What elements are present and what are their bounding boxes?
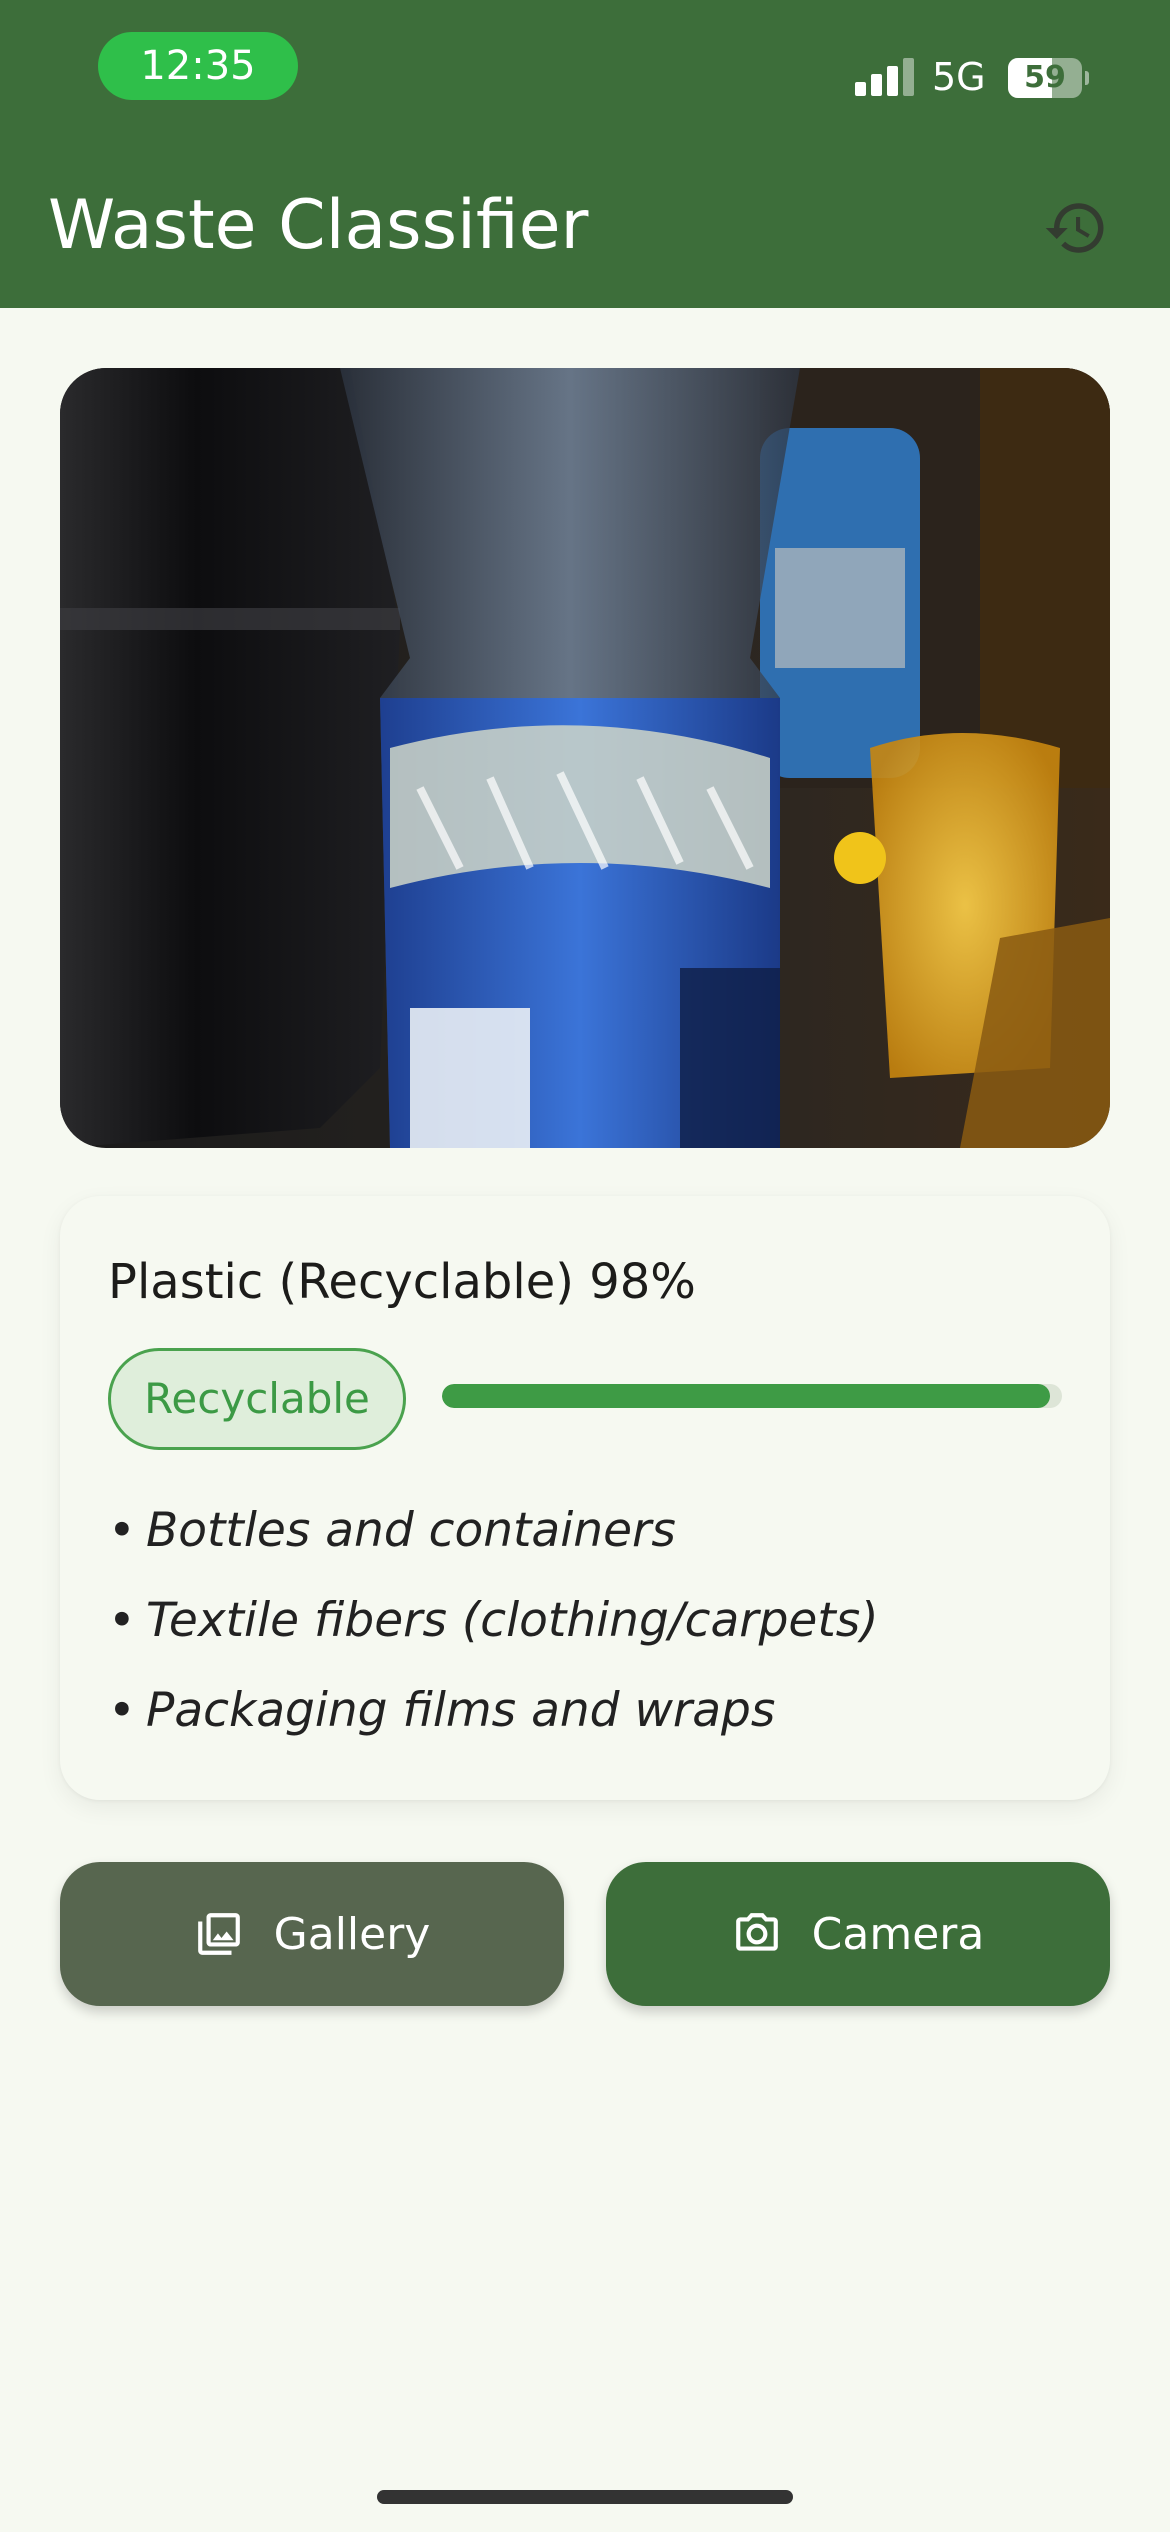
history-icon [1045, 203, 1104, 253]
app-bar: 12:35 5G 59 Waste Classifier [0, 0, 1170, 308]
history-button[interactable] [1040, 192, 1112, 264]
battery-icon: 59 [1008, 58, 1089, 98]
gallery-label: Gallery [273, 1908, 431, 1960]
camera-label: Camera [811, 1908, 985, 1960]
confidence-bar [442, 1384, 1062, 1408]
network-type: 5G [932, 55, 986, 99]
recyclable-badge: Recyclable [108, 1348, 406, 1450]
screen: 12:35 5G 59 Waste Classifier Plastic (Re… [0, 0, 1170, 2532]
list-item: • Textile fibers (clothing/carpets) [108, 1593, 879, 1648]
classified-photo [60, 368, 1110, 1148]
page-title: Waste Classifier [48, 186, 589, 265]
result-card: Plastic (Recyclable) 98% Recyclable • Bot… [60, 1196, 1110, 1800]
gallery-button[interactable]: Gallery [60, 1862, 564, 2006]
photo-library-icon [194, 1909, 244, 1959]
battery-level: 59 [1024, 60, 1066, 95]
camera-icon [732, 1909, 782, 1959]
cellular-signal-icon [855, 56, 915, 96]
list-item: • Packaging films and wraps [108, 1683, 776, 1738]
list-item: • Bottles and containers [108, 1503, 676, 1558]
camera-button[interactable]: Camera [606, 1862, 1110, 2006]
recycling-examples-list: • Bottles and containers • Textile fibers … [108, 1486, 879, 1756]
result-title: Plastic (Recyclable) 98% [108, 1254, 696, 1310]
confidence-bar-fill [442, 1384, 1050, 1408]
home-indicator[interactable] [377, 2490, 793, 2504]
status-time: 12:35 [98, 32, 298, 100]
